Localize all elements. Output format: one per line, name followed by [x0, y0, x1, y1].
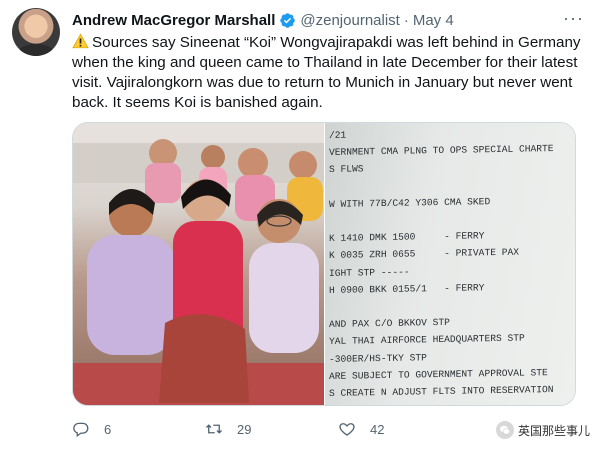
watermark-text: 英国那些事儿	[517, 423, 590, 438]
author-avatar[interactable]	[12, 8, 60, 56]
warning-sign-icon	[72, 33, 89, 49]
retweet-button[interactable]: 29	[205, 420, 251, 438]
verified-badge-icon	[279, 12, 296, 29]
tweet-header: Andrew MacGregor Marshall @zenjournalist…	[72, 8, 584, 30]
more-horizontal-icon[interactable]: ···	[563, 8, 584, 29]
author-handle[interactable]: @zenjournalist	[300, 12, 399, 29]
tweet-body: Sources say Sineenat “Koi” Wongvajirapak…	[72, 34, 581, 111]
photo-telex-document[interactable]: /21 VERNMENT CMA PLNG TO OPS SPECIAL CHAR…	[325, 123, 575, 405]
reply-icon	[73, 422, 89, 438]
watermark: 英国那些事儿	[495, 421, 590, 439]
reply-count: 6	[104, 421, 112, 437]
heart-icon	[339, 423, 355, 436]
like-count: 42	[370, 421, 385, 437]
like-button[interactable]: 42	[338, 420, 384, 438]
telex-text: /21 VERNMENT CMA PLNG TO OPS SPECIAL CHAR…	[329, 123, 554, 405]
retweet-count: 29	[237, 421, 252, 437]
tweet-media[interactable]: /21 VERNMENT CMA PLNG TO OPS SPECIAL CHAR…	[72, 122, 576, 406]
wechat-logo-icon	[495, 421, 514, 439]
reply-button[interactable]: 6	[72, 420, 111, 438]
retweet-icon	[206, 424, 222, 434]
tweet-text: Sources say Sineenat “Koi” Wongvajirapak…	[72, 33, 586, 113]
separator-dot: ·	[403, 11, 409, 29]
tweet-date[interactable]: May 4	[413, 12, 454, 29]
author-name[interactable]: Andrew MacGregor Marshall	[72, 12, 275, 29]
photo-people[interactable]	[73, 123, 324, 405]
